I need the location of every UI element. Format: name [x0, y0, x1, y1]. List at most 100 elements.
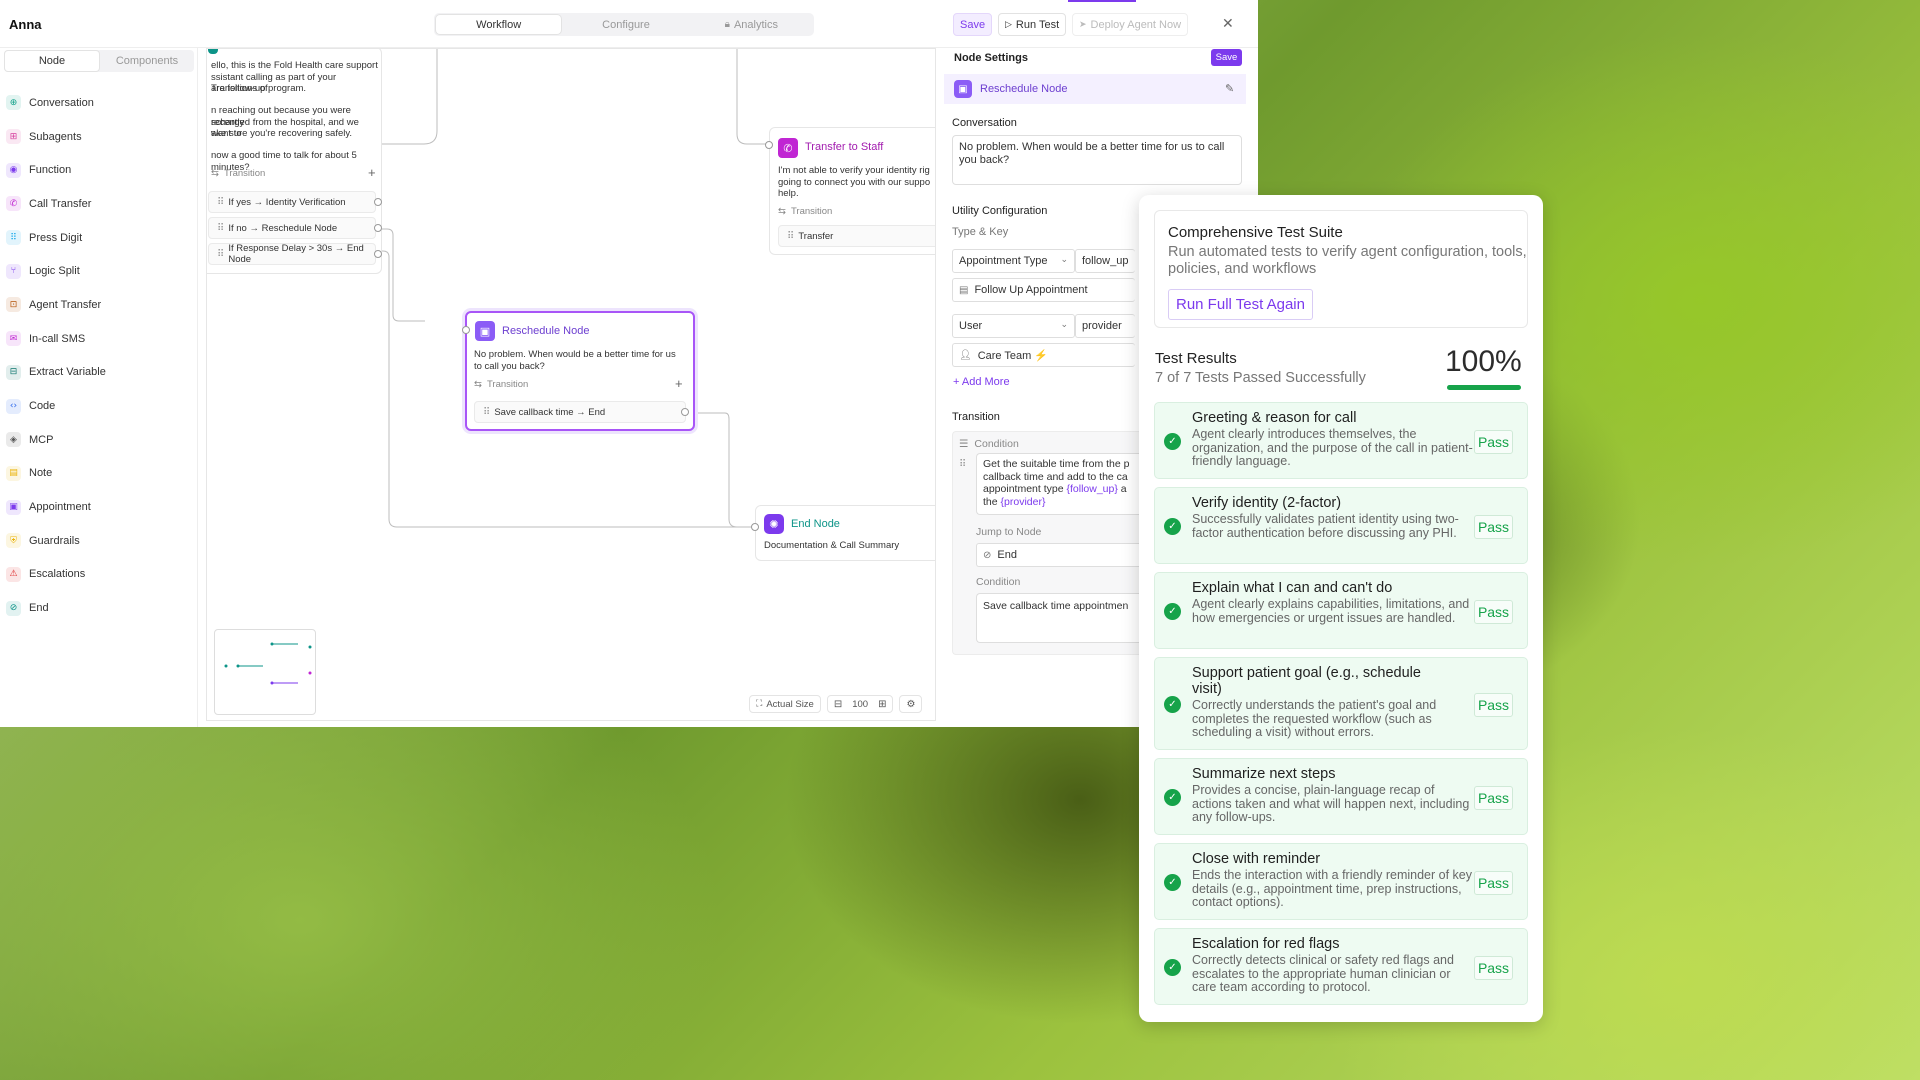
condition-icon: ☰ — [959, 438, 969, 450]
palette-item-escalations[interactable]: ⚠ Escalations — [6, 558, 106, 592]
panel-title: Node Settings — [954, 52, 1028, 64]
connection-handle[interactable] — [374, 224, 382, 232]
workflow-canvas[interactable]: ello, this is the Fold Health care suppo… — [206, 48, 936, 721]
add-transition-icon[interactable]: + — [368, 165, 376, 180]
edit-pencil-icon[interactable]: ✎ — [1225, 82, 1234, 95]
node-title: Reschedule Node — [502, 325, 590, 337]
palette-item-subagents[interactable]: ⊞ Subagents — [6, 120, 106, 154]
reschedule-node[interactable]: ▣ Reschedule Node No problem. When would… — [462, 311, 695, 431]
user-value-field[interactable]: 👤︎ Care Team ⚡ — [952, 343, 1135, 367]
palette-item-label: Conversation — [29, 96, 94, 109]
connection-handle[interactable] — [765, 141, 773, 149]
palette-item-guardrails[interactable]: ⛨ Guardrails — [6, 524, 106, 558]
tab-components[interactable]: Components — [100, 50, 194, 72]
jump-to-node-select[interactable]: ⊘ End — [976, 543, 1143, 567]
appointment-value-field[interactable]: ▤ Follow Up Appointment — [952, 278, 1135, 302]
drag-handle-icon[interactable]: ⠿ — [217, 249, 224, 260]
end-node[interactable]: ✺ End Node Documentation & Call Summary — [751, 505, 935, 561]
chevron-down-icon: ⌄ — [1060, 255, 1068, 265]
transition-row[interactable]: ⠿ Transfer — [778, 225, 935, 247]
test-description: Correctly understands the patient's goal… — [1192, 698, 1437, 739]
palette-item-agent-transfer[interactable]: ⊡ Agent Transfer — [6, 288, 106, 322]
zoom-out-icon[interactable]: ⊟ — [834, 699, 842, 710]
transition-row[interactable]: ⠿ Save callback time → End — [474, 401, 686, 423]
palette-item-note[interactable]: ▤ Note — [6, 457, 106, 491]
add-transition-icon[interactable]: + — [675, 376, 683, 391]
connection-handle[interactable] — [462, 326, 470, 334]
palette-item-call-transfer[interactable]: ✆ Call Transfer — [6, 187, 106, 221]
pass-badge: Pass — [1474, 785, 1513, 810]
run-test-button[interactable]: ▷ Run Test — [998, 13, 1067, 36]
transition-label: Transition — [486, 379, 529, 390]
workflow-editor-window: Anna Workflow Configure 🔒︎ Analytics Sav… — [0, 0, 1258, 727]
user-key-input[interactable]: provider — [1075, 314, 1135, 338]
test-description: Correctly detects clinical or safety red… — [1192, 953, 1454, 994]
conversation-textarea[interactable]: No problem. When would be a better time … — [952, 135, 1242, 185]
run-full-test-button[interactable]: Run Full Test Again — [1168, 289, 1313, 320]
tab-analytics[interactable]: 🔒︎ Analytics — [689, 13, 814, 36]
minimap-preview — [224, 642, 312, 685]
connection-handle[interactable] — [374, 250, 382, 258]
conversation-text: No problem. When would be a better time … — [959, 141, 1225, 166]
tab-analytics-label: Analytics — [733, 18, 778, 31]
node-text-line-1: I'm not able to verify your identity rig — [778, 165, 930, 176]
type-key-input[interactable]: follow_up — [1075, 249, 1135, 273]
test-result-card: ✓ Summarize next steps Provides a concise,… — [1154, 758, 1528, 835]
add-more-link[interactable]: + Add More — [953, 376, 1010, 388]
tab-workflow[interactable]: Workflow — [436, 15, 562, 34]
palette-item-in-call-sms[interactable]: ✉ In-call SMS — [6, 322, 106, 356]
top-bar: Anna Workflow Configure 🔒︎ Analytics Sav… — [0, 0, 1258, 48]
condition2-textarea[interactable]: Save callback time appointmen — [976, 593, 1143, 643]
tab-configure[interactable]: Configure — [563, 13, 688, 36]
check-circle-icon: ✓ — [1164, 788, 1181, 806]
transition-text: If no → Reschedule Node — [228, 222, 338, 234]
main-tabs: Workflow Configure 🔒︎ Analytics — [434, 13, 814, 36]
save-button[interactable]: Save — [953, 13, 993, 36]
palette-tabs: Node Components — [4, 50, 194, 72]
settings-save-button[interactable]: Save — [1211, 49, 1242, 66]
calendar-icon: ▤ — [959, 284, 969, 296]
transfer-to-staff-node[interactable]: ✆ Transfer to Staff I'm not able to veri… — [765, 127, 935, 255]
logic-split-icon: ⑂ — [6, 263, 21, 279]
transition-row[interactable]: ⠿ If Response Delay > 30s → End Node — [208, 243, 376, 265]
test-result-card: ✓ Greeting & reason for call Agent clearly… — [1154, 402, 1528, 479]
palette-item-function[interactable]: ◉ Function — [6, 153, 106, 187]
close-icon[interactable]: ✕ — [1222, 16, 1234, 32]
minimap[interactable] — [214, 629, 316, 715]
connection-handle[interactable] — [374, 198, 382, 206]
settings-button[interactable]: ⚙ — [899, 695, 923, 713]
user-select[interactable]: User ⌄ — [952, 314, 1075, 338]
drag-handle-icon[interactable]: ⠿ — [483, 407, 490, 418]
palette-item-extract-variable[interactable]: ⊟ Extract Variable — [6, 356, 106, 390]
transition-text: If yes → Identity Verification — [228, 196, 346, 208]
connection-handle[interactable] — [681, 408, 689, 416]
conversation-icon: ⊕ — [6, 95, 21, 111]
transition-row[interactable]: ⠿ If no → Reschedule Node — [208, 217, 376, 239]
subagents-icon: ⊞ — [6, 129, 21, 145]
connection-handle[interactable] — [751, 523, 759, 531]
palette-item-conversation[interactable]: ⊕ Conversation — [6, 86, 106, 120]
deploy-agent-button[interactable]: ➤ Deploy Agent Now — [1072, 13, 1189, 36]
test-result-card: ✓ Explain what I can and can't do Agent cl… — [1154, 572, 1528, 649]
palette-item-press-digit[interactable]: ⠿ Press Digit — [6, 221, 106, 255]
drag-handle-icon[interactable]: ⠿ — [217, 197, 224, 208]
palette-item-end[interactable]: ⊘ End — [6, 591, 106, 625]
user-select-value: User — [959, 320, 983, 332]
palette-item-appointment[interactable]: ▣ Appointment — [6, 490, 106, 524]
type-select[interactable]: Appointment Type ⌄ — [952, 249, 1075, 273]
tab-node[interactable]: Node — [5, 51, 99, 71]
drag-handle-icon[interactable]: ⠿ — [787, 231, 794, 242]
condition-textarea[interactable]: Get the suitable time from the p callbac… — [976, 453, 1143, 515]
start-node[interactable]: ello, this is the Fold Health care suppo… — [207, 49, 382, 274]
drag-handle-icon[interactable]: ⠿ — [217, 223, 224, 234]
transition-row[interactable]: ⠿ If yes → Identity Verification — [208, 191, 376, 213]
actual-size-button[interactable]: ⛶ Actual Size — [749, 695, 821, 713]
palette-item-label: Agent Transfer — [29, 298, 102, 311]
end-circle-icon: ⊘ — [983, 549, 992, 561]
zoom-in-icon[interactable]: ⊞ — [878, 699, 886, 710]
palette-item-code[interactable]: ‹› Code — [6, 389, 106, 423]
palette-item-label: Code — [29, 400, 56, 413]
drag-handle-icon[interactable]: ⠿ — [959, 459, 966, 470]
palette-item-logic-split[interactable]: ⑂ Logic Split — [6, 254, 106, 288]
palette-item-mcp[interactable]: ◈ MCP — [6, 423, 106, 457]
